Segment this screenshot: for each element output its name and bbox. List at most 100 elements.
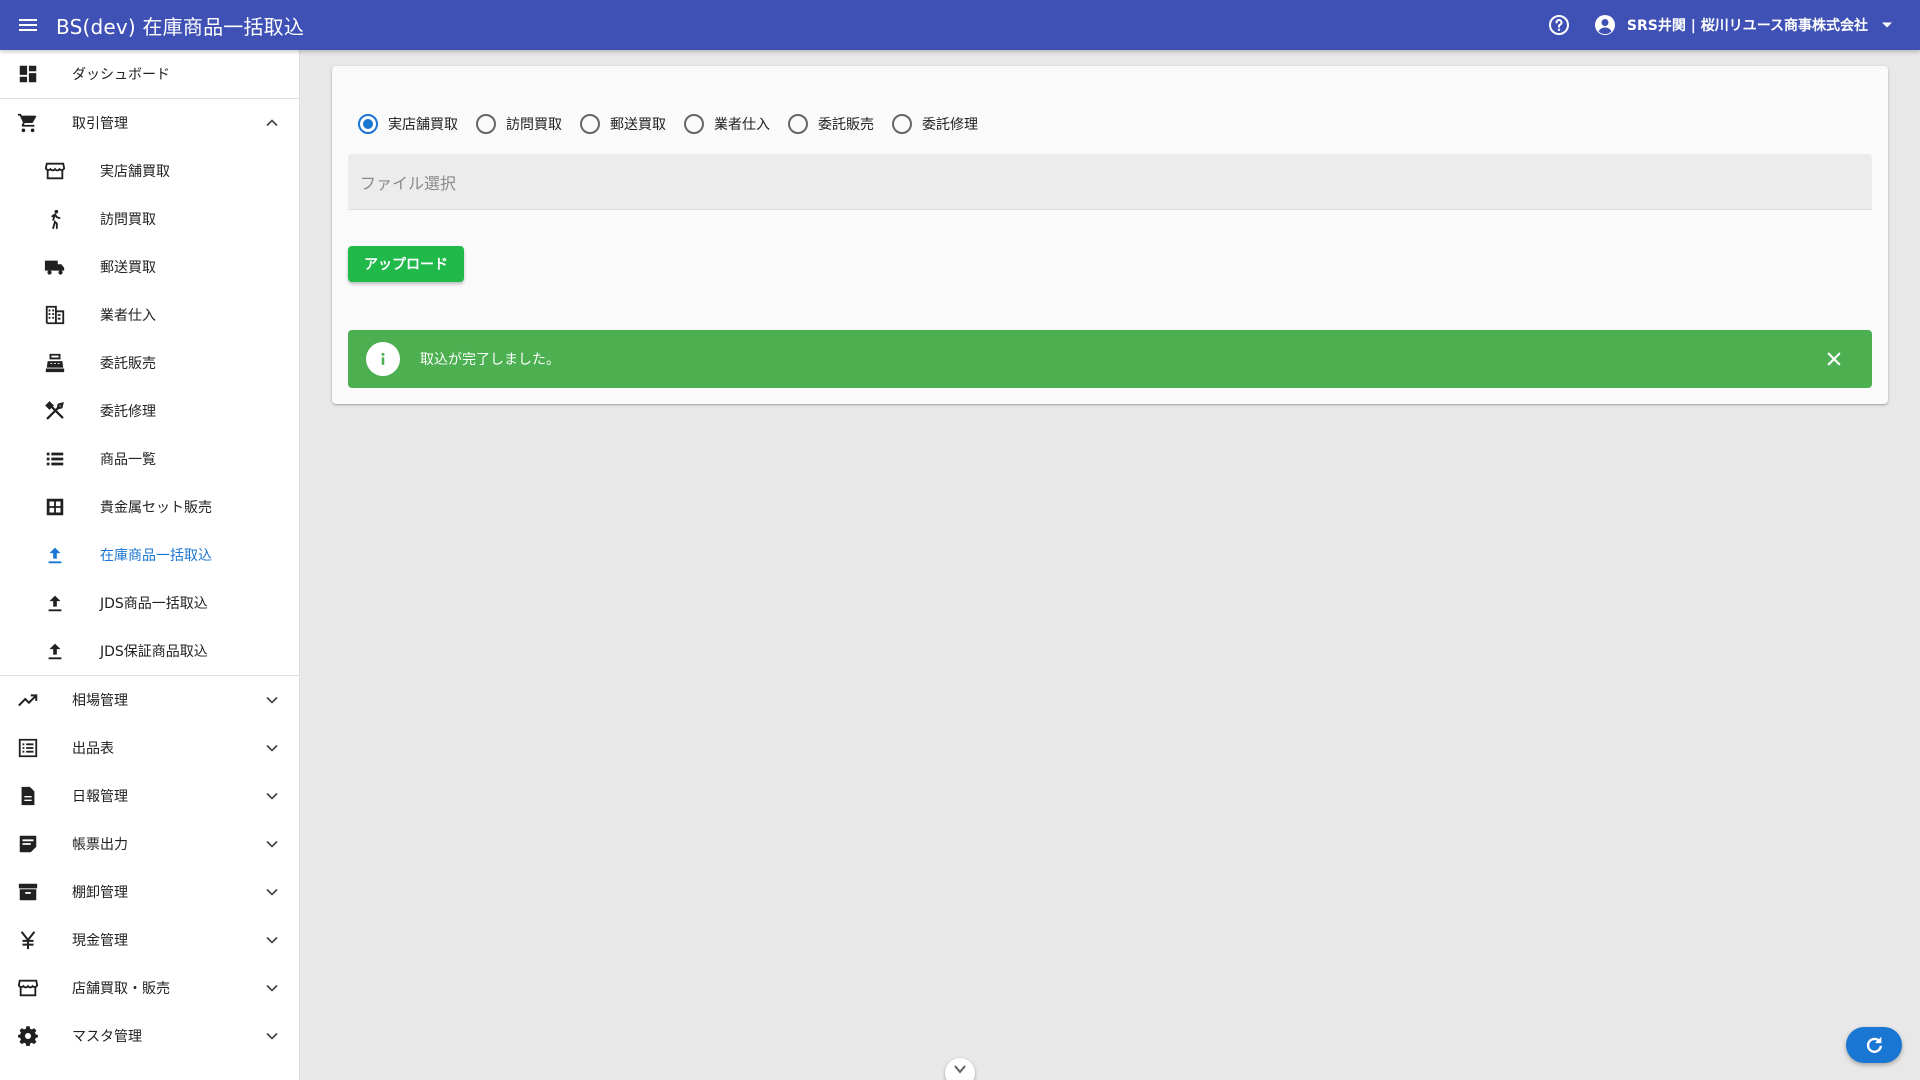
- sidebar-item-label: 出品表: [72, 741, 114, 757]
- chevron-down-icon: [260, 784, 284, 808]
- sidebar-item-label: 取引管理: [72, 116, 128, 132]
- sidebar-item-dashboard[interactable]: ダッシュボード: [0, 50, 299, 98]
- radio-unchecked-icon: [788, 114, 808, 134]
- dashboard-icon: [16, 62, 40, 86]
- sidebar-item-market[interactable]: 相場管理: [0, 676, 299, 724]
- sidebar-item-label: 店舗買取・販売: [72, 981, 170, 997]
- list-icon: [43, 447, 67, 471]
- chevron-down-icon: [260, 976, 284, 1000]
- radio-unchecked-icon: [892, 114, 912, 134]
- sidebar-item-label: 現金管理: [72, 933, 128, 949]
- refresh-button[interactable]: [1846, 1027, 1902, 1063]
- sidebar-subitem-vendor[interactable]: 業者仕入: [0, 291, 299, 339]
- sidebar-item-label: 商品一覧: [100, 452, 156, 468]
- file-select-input[interactable]: ファイル選択: [348, 154, 1872, 210]
- sidebar-subitem-visit-buy[interactable]: 訪問買取: [0, 195, 299, 243]
- sidebar-item-store-buy-sell[interactable]: 店舗買取・販売: [0, 964, 299, 1012]
- radio-vendor[interactable]: 業者仕入: [682, 114, 770, 134]
- scroll-down-button[interactable]: [945, 1058, 975, 1080]
- sidebar-subitem-stock-import[interactable]: 在庫商品一括取込: [0, 531, 299, 579]
- sidebar-subitem-metal-set[interactable]: 貴金属セット販売: [0, 483, 299, 531]
- sidebar-item-inventory[interactable]: 棚卸管理: [0, 868, 299, 916]
- close-icon[interactable]: [1820, 345, 1848, 373]
- refresh-icon: [1866, 1036, 1883, 1053]
- list-alt-icon: [16, 736, 40, 760]
- radio-store-buy[interactable]: 実店舗買取: [356, 114, 458, 134]
- sidebar-subitem-jds-warranty-import[interactable]: JDS保証商品取込: [0, 627, 299, 675]
- upload-icon: [43, 543, 67, 567]
- sidebar-item-label: 貴金属セット販売: [100, 500, 212, 516]
- sidebar: ダッシュボード 取引管理 実店舗買取 訪問買取 郵送買取 業者仕入 委託販売 委…: [0, 50, 300, 1080]
- transaction-type-radio-group: 実店舗買取 訪問買取 郵送買取 業者仕入 委託販売 委託修理: [356, 106, 994, 142]
- app-bar: BS(dev) 在庫商品一括取込 SRS井関 | 桜川リユース商事株式会社: [0, 0, 1920, 50]
- sidebar-item-label: 委託修理: [100, 404, 156, 420]
- sidebar-item-forms-output[interactable]: 帳票出力: [0, 820, 299, 868]
- radio-consign-repair[interactable]: 委託修理: [890, 114, 978, 134]
- chevron-up-icon: [260, 111, 284, 135]
- sidebar-item-master[interactable]: マスタ管理: [0, 1012, 299, 1060]
- account-circle-icon: [1594, 15, 1615, 35]
- upload-icon: [43, 591, 67, 615]
- sidebar-item-label: 棚卸管理: [72, 885, 128, 901]
- sidebar-subitem-store-buy[interactable]: 実店舗買取: [0, 147, 299, 195]
- sidebar-subitem-consign-sale[interactable]: 委託販売: [0, 339, 299, 387]
- info-icon: [366, 342, 400, 376]
- yen-icon: [16, 928, 40, 952]
- chevron-down-icon: [260, 832, 284, 856]
- cash-register-icon: [43, 351, 67, 375]
- radio-unchecked-icon: [476, 114, 496, 134]
- sidebar-subitem-mail-buy[interactable]: 郵送買取: [0, 243, 299, 291]
- chevron-down-icon: [260, 1024, 284, 1048]
- radio-label: 郵送買取: [610, 117, 666, 133]
- sidebar-subitem-consign-repair[interactable]: 委託修理: [0, 387, 299, 435]
- sidebar-item-label: 訪問買取: [100, 212, 156, 228]
- chevron-down-icon: [260, 928, 284, 952]
- radio-unchecked-icon: [580, 114, 600, 134]
- sidebar-item-label: 日報管理: [72, 789, 128, 805]
- file-select-placeholder: ファイル選択: [360, 173, 457, 193]
- radio-label: 訪問買取: [506, 117, 562, 133]
- tools-icon: [43, 399, 67, 423]
- caret-down-icon: [1880, 18, 1894, 32]
- menu-button[interactable]: [0, 0, 56, 50]
- radio-mail-buy[interactable]: 郵送買取: [578, 114, 666, 134]
- page-title: BS(dev) 在庫商品一括取込: [56, 14, 305, 39]
- upload-button[interactable]: アップロード: [348, 246, 464, 282]
- sidebar-item-label: 相場管理: [72, 693, 128, 709]
- sidebar-item-label: 実店舗買取: [100, 164, 170, 180]
- store-icon: [43, 159, 67, 183]
- user-menu[interactable]: SRS井関 | 桜川リユース商事株式会社: [1593, 13, 1894, 37]
- radio-label: 委託販売: [818, 117, 874, 133]
- help-icon: [1548, 15, 1569, 35]
- chevron-down-icon: [260, 880, 284, 904]
- sidebar-item-label: 郵送買取: [100, 260, 156, 276]
- sidebar-item-label: JDS保証商品取込: [100, 644, 208, 660]
- sidebar-item-label: 委託販売: [100, 356, 156, 372]
- gear-icon: [16, 1024, 40, 1048]
- success-alert: 取込が完了しました。: [348, 330, 1872, 388]
- sidebar-subitem-product-list[interactable]: 商品一覧: [0, 435, 299, 483]
- sidebar-item-listing[interactable]: 出品表: [0, 724, 299, 772]
- help-button[interactable]: [1539, 5, 1579, 45]
- alert-message: 取込が完了しました。: [420, 352, 560, 368]
- sidebar-item-label: マスタ管理: [72, 1029, 142, 1045]
- import-card: 実店舗買取 訪問買取 郵送買取 業者仕入 委託販売 委託修理 ファイル選択 アッ…: [332, 66, 1888, 404]
- radio-visit-buy[interactable]: 訪問買取: [474, 114, 562, 134]
- sidebar-item-label: JDS商品一括取込: [100, 596, 208, 612]
- radio-consign-sale[interactable]: 委託販売: [786, 114, 874, 134]
- sidebar-item-daily-report[interactable]: 日報管理: [0, 772, 299, 820]
- trending-up-icon: [16, 688, 40, 712]
- store-icon: [16, 976, 40, 1000]
- walk-icon: [43, 207, 67, 231]
- sidebar-subitem-jds-import[interactable]: JDS商品一括取込: [0, 579, 299, 627]
- sidebar-item-label: 業者仕入: [100, 308, 156, 324]
- sidebar-item-cash[interactable]: 現金管理: [0, 916, 299, 964]
- chevron-down-icon: [954, 1065, 966, 1074]
- radio-label: 委託修理: [922, 117, 978, 133]
- radio-label: 業者仕入: [714, 117, 770, 133]
- radio-unchecked-icon: [684, 114, 704, 134]
- sidebar-item-transactions[interactable]: 取引管理: [0, 99, 299, 147]
- sidebar-item-label: 在庫商品一括取込: [100, 548, 212, 564]
- archive-icon: [16, 880, 40, 904]
- grid-icon: [43, 495, 67, 519]
